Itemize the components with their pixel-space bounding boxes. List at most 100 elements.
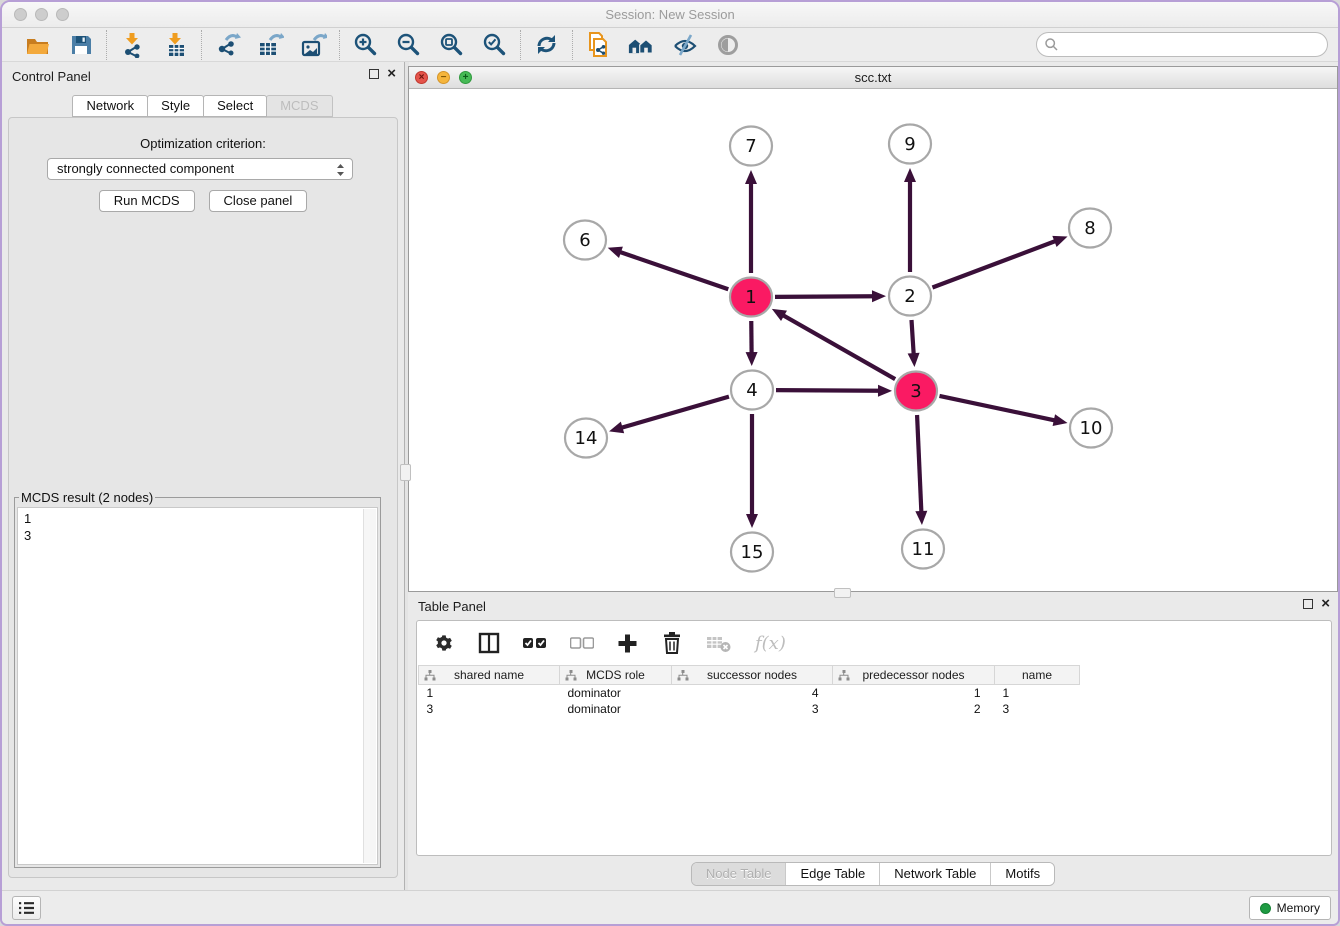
graph-node[interactable]: 3 xyxy=(895,372,937,411)
task-history-button[interactable] xyxy=(12,896,41,920)
cell[interactable]: 3 xyxy=(995,701,1080,717)
criterion-select[interactable]: strongly connected component xyxy=(47,158,353,180)
unselect-all-columns-button[interactable] xyxy=(570,637,594,649)
column-header-successor-nodes[interactable]: successor nodes xyxy=(672,666,833,685)
column-header-shared-name[interactable]: shared name xyxy=(419,666,560,685)
zoom-fit-button[interactable] xyxy=(438,31,465,58)
hide-details-button[interactable] xyxy=(671,31,698,58)
clone-network-button[interactable] xyxy=(585,31,612,58)
float-panel-icon[interactable] xyxy=(369,69,379,79)
cell[interactable]: 1 xyxy=(833,685,995,701)
minimize-window-button[interactable] xyxy=(35,8,48,21)
cell[interactable]: 1 xyxy=(995,685,1080,701)
network-close-button[interactable]: × xyxy=(415,71,428,84)
graph-node[interactable]: 9 xyxy=(889,125,931,164)
graph-node[interactable]: 4 xyxy=(731,371,773,410)
export-table-button[interactable] xyxy=(257,31,284,58)
delete-column-button[interactable] xyxy=(661,631,683,655)
table-row[interactable]: 3 dominator 3 2 3 xyxy=(419,701,1080,717)
mcds-result-view[interactable]: 1 3 xyxy=(17,507,378,865)
column-header-predecessor-nodes[interactable]: predecessor nodes xyxy=(833,666,995,685)
save-session-button[interactable] xyxy=(67,31,94,58)
open-file-button[interactable] xyxy=(24,31,51,58)
cell[interactable]: 4 xyxy=(672,685,833,701)
window-titlebar[interactable]: Session: New Session xyxy=(2,2,1338,28)
show-details-button[interactable] xyxy=(714,31,741,58)
table-row[interactable]: 1 dominator 4 1 1 xyxy=(419,685,1080,701)
graph-node[interactable]: 6 xyxy=(564,221,606,260)
export-network-button[interactable] xyxy=(214,31,241,58)
graph-node[interactable]: 2 xyxy=(889,277,931,316)
cell[interactable]: 1 xyxy=(419,685,560,701)
close-panel-button[interactable]: Close panel xyxy=(209,190,308,212)
column-header-mcds-role[interactable]: MCDS role xyxy=(560,666,672,685)
tab-edge-table[interactable]: Edge Table xyxy=(785,863,879,885)
gear-icon xyxy=(433,632,455,654)
function-builder-button[interactable]: f(x) xyxy=(755,633,786,654)
tab-node-table[interactable]: Node Table xyxy=(692,863,786,885)
close-window-button[interactable] xyxy=(14,8,27,21)
search-input[interactable] xyxy=(1036,32,1328,57)
mcds-result-group: MCDS result (2 nodes) 1 3 xyxy=(14,490,381,868)
zoom-out-button[interactable] xyxy=(395,31,422,58)
close-panel-icon[interactable]: × xyxy=(387,68,396,80)
zoom-selected-button[interactable] xyxy=(481,31,508,58)
network-minimize-button[interactable]: − xyxy=(437,71,450,84)
table-settings-button[interactable] xyxy=(433,632,455,654)
memory-status-dot xyxy=(1260,903,1271,914)
import-table-icon xyxy=(163,32,189,58)
cell[interactable]: 3 xyxy=(672,701,833,717)
svg-text:2: 2 xyxy=(904,286,915,307)
tab-style[interactable]: Style xyxy=(147,95,204,117)
network-canvas[interactable]: 7 9 6 8 1 2 4 3 14 10 15 11 xyxy=(409,89,1337,591)
show-columns-button[interactable] xyxy=(478,632,500,654)
graph-node[interactable]: 10 xyxy=(1070,409,1112,448)
columns-icon xyxy=(478,632,500,654)
graph-node[interactable]: 14 xyxy=(565,419,607,458)
tab-network-table[interactable]: Network Table xyxy=(879,863,990,885)
refresh-button[interactable] xyxy=(533,31,560,58)
zoom-fit-icon xyxy=(439,32,464,57)
network-maximize-button[interactable]: + xyxy=(459,71,472,84)
network-window-titlebar[interactable]: × − + scc.txt xyxy=(409,67,1337,89)
select-all-columns-button[interactable] xyxy=(523,637,547,649)
cell[interactable]: dominator xyxy=(560,685,672,701)
result-scrollbar[interactable] xyxy=(363,509,376,863)
maximize-window-button[interactable] xyxy=(56,8,69,21)
column-header-name[interactable]: name xyxy=(995,666,1080,685)
graph-svg[interactable]: 7 9 6 8 1 2 4 3 14 10 15 11 xyxy=(409,89,1337,591)
export-image-icon xyxy=(300,32,327,58)
graph-node[interactable]: 15 xyxy=(731,533,773,572)
memory-button[interactable]: Memory xyxy=(1249,896,1331,920)
tab-mcds[interactable]: MCDS xyxy=(266,95,332,117)
zoom-in-button[interactable] xyxy=(352,31,379,58)
float-table-panel-icon[interactable] xyxy=(1303,599,1313,609)
delete-table-icon xyxy=(706,632,732,654)
tab-select[interactable]: Select xyxy=(203,95,267,117)
graph-edge xyxy=(775,290,886,302)
tab-motifs[interactable]: Motifs xyxy=(990,863,1054,885)
first-neighbors-button[interactable] xyxy=(628,31,655,58)
create-column-button[interactable] xyxy=(617,633,638,654)
import-table-button[interactable] xyxy=(162,31,189,58)
cell[interactable]: dominator xyxy=(560,701,672,717)
graph-edge xyxy=(776,385,892,397)
table-panel: Table Panel × xyxy=(408,592,1338,890)
main-toolbar xyxy=(2,28,1338,62)
graph-node[interactable]: 8 xyxy=(1069,209,1111,248)
export-group xyxy=(202,31,339,58)
run-mcds-button[interactable]: Run MCDS xyxy=(99,190,195,212)
cell[interactable]: 2 xyxy=(833,701,995,717)
svg-text:15: 15 xyxy=(741,542,764,563)
graph-node[interactable]: 7 xyxy=(730,127,772,166)
close-table-panel-icon[interactable]: × xyxy=(1321,598,1330,610)
horizontal-split-handle[interactable] xyxy=(834,588,851,598)
graph-node[interactable]: 11 xyxy=(902,530,944,569)
cell[interactable]: 3 xyxy=(419,701,560,717)
delete-table-button[interactable] xyxy=(706,632,732,654)
export-image-button[interactable] xyxy=(300,31,327,58)
import-network-button[interactable] xyxy=(119,31,146,58)
tab-network[interactable]: Network xyxy=(72,95,148,117)
graph-node[interactable]: 1 xyxy=(730,278,772,317)
vertical-split-handle[interactable] xyxy=(400,464,411,481)
